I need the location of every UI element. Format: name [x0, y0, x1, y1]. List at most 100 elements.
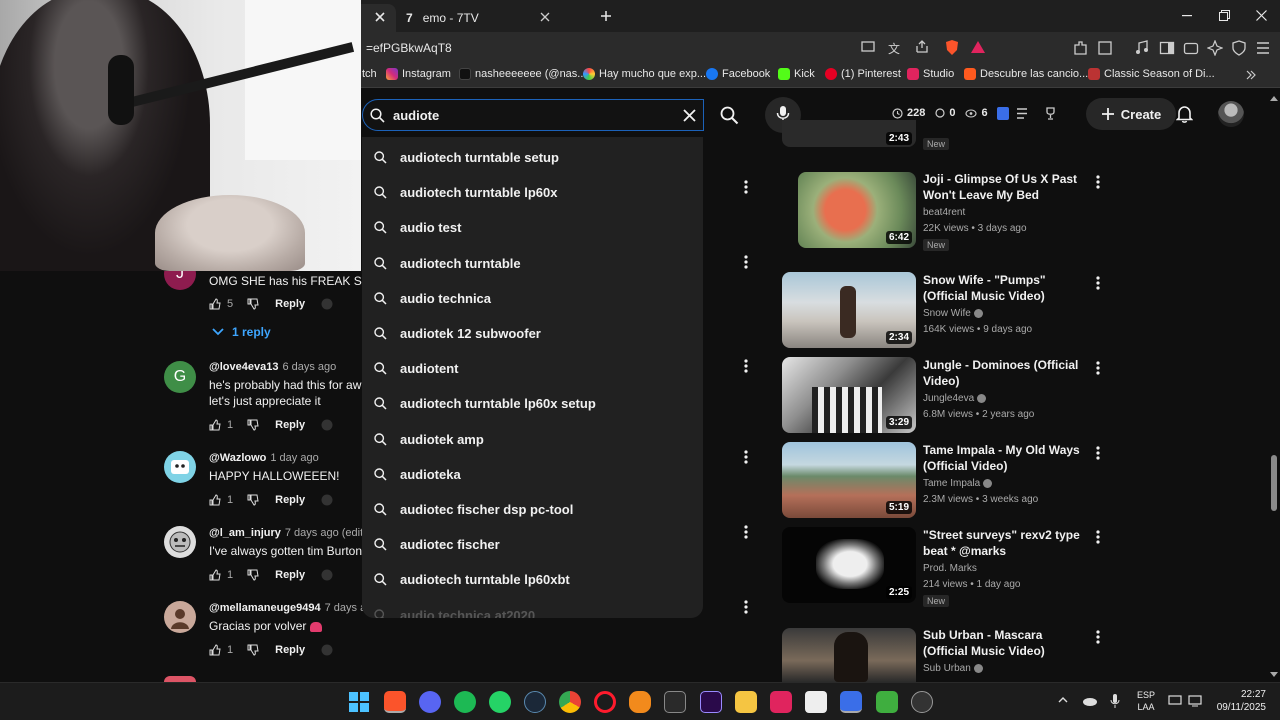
share-icon[interactable]: [915, 40, 929, 54]
list-icon[interactable]: [1016, 108, 1028, 119]
language-indicator[interactable]: ESP LAA: [1137, 689, 1155, 713]
search-suggestion[interactable]: audio test: [362, 210, 703, 245]
display-icon[interactable]: [1168, 695, 1182, 707]
minimize-icon[interactable]: [1182, 15, 1192, 17]
video-thumbnail[interactable]: 5:19: [782, 442, 916, 518]
more-options-icon[interactable]: [1096, 446, 1100, 460]
capcut-icon[interactable]: [805, 691, 827, 713]
video-title[interactable]: Snow Wife - "Pumps" (Official Music Vide…: [923, 272, 1088, 304]
cast-icon[interactable]: [861, 41, 875, 53]
tab-7tv[interactable]: 7 emo - 7TV: [398, 4, 594, 32]
search-button[interactable]: [704, 99, 754, 131]
search-input[interactable]: audiote: [362, 99, 704, 131]
bookmark-item[interactable]: Classic Season of Di...: [1088, 68, 1215, 80]
comment-author[interactable]: @love4eva13 6 days ago: [209, 361, 336, 373]
comment-author[interactable]: @l_am_injury 7 days ago (edited): [209, 527, 379, 539]
bookmark-facebook[interactable]: Facebook: [706, 68, 770, 80]
comment-author[interactable]: @mellamaneuge9494 7 days ag: [209, 602, 372, 614]
wallet-icon[interactable]: [1183, 40, 1199, 56]
comment-avatar[interactable]: [164, 451, 196, 483]
steam-icon[interactable]: [524, 691, 546, 713]
thumbs-down-icon[interactable]: [247, 644, 259, 656]
microphone-tray-icon[interactable]: [1110, 693, 1120, 709]
video-channel[interactable]: Tame Impala: [923, 478, 993, 489]
video-title[interactable]: "Street surveys" rexv2 type beat * @mark…: [923, 527, 1088, 559]
scroll-up-icon[interactable]: [1270, 95, 1278, 101]
discord-icon[interactable]: [419, 691, 441, 713]
notifications-bell-icon[interactable]: [1176, 105, 1193, 123]
bookmark-item[interactable]: Hay mucho que exp...: [583, 68, 706, 80]
chevron-up-icon[interactable]: [1058, 697, 1068, 703]
comment-avatar[interactable]: [164, 601, 196, 633]
video-thumbnail[interactable]: 3:29: [782, 357, 916, 433]
reply-button[interactable]: Reply: [275, 298, 305, 310]
menu-icon[interactable]: [1256, 42, 1270, 54]
extension-icon[interactable]: [997, 107, 1009, 120]
trophy-icon[interactable]: [1044, 107, 1057, 120]
brave-browser-icon[interactable]: [384, 691, 406, 713]
obs-icon[interactable]: [911, 691, 933, 713]
video-title[interactable]: Tame Impala - My Old Ways (Official Vide…: [923, 442, 1088, 474]
thumbs-down-icon[interactable]: [247, 298, 259, 310]
reply-button[interactable]: Reply: [275, 419, 305, 431]
fl-studio-icon[interactable]: [629, 691, 651, 713]
maximize-icon[interactable]: [1219, 10, 1230, 21]
video-thumbnail[interactable]: 2:34: [782, 272, 916, 348]
brave-shield-icon[interactable]: [944, 39, 960, 56]
thumbs-up-icon[interactable]: [209, 569, 221, 581]
whatsapp-icon[interactable]: [489, 691, 511, 713]
thumbs-down-icon[interactable]: [247, 419, 259, 431]
close-window-icon[interactable]: [1256, 10, 1267, 21]
thumbs-down-icon[interactable]: [247, 494, 259, 506]
search-suggestion[interactable]: audiotech turntable setup: [362, 140, 703, 175]
more-options-icon[interactable]: [744, 180, 748, 194]
thumbs-up-icon[interactable]: [209, 494, 221, 506]
search-suggestion[interactable]: audiotech turntable: [362, 246, 703, 281]
thumbs-down-icon[interactable]: [247, 569, 259, 581]
bookmark-instagram[interactable]: Instagram: [386, 68, 451, 80]
more-options-icon[interactable]: [1096, 530, 1100, 544]
close-icon[interactable]: [374, 11, 386, 23]
video-thumbnail[interactable]: [782, 628, 916, 682]
comment-author[interactable]: @Wazlowo 1 day ago: [209, 452, 319, 464]
video-thumbnail[interactable]: 2:25: [782, 527, 916, 603]
reply-button[interactable]: Reply: [275, 644, 305, 656]
search-suggestion[interactable]: audiotek 12 subwoofer: [362, 316, 703, 351]
app-icon[interactable]: [840, 691, 862, 713]
url-bar[interactable]: =efPGBkwAqT8: [366, 41, 452, 55]
file-explorer-icon[interactable]: [735, 691, 757, 713]
scroll-down-icon[interactable]: [1270, 672, 1278, 678]
video-channel[interactable]: beat4rent: [923, 207, 965, 218]
more-options-icon[interactable]: [1096, 361, 1100, 375]
close-icon[interactable]: [540, 12, 550, 22]
video-channel[interactable]: Snow Wife: [923, 308, 983, 319]
minecraft-icon[interactable]: [876, 691, 898, 713]
more-options-icon[interactable]: [744, 450, 748, 464]
extensions-icon[interactable]: [1072, 40, 1088, 56]
brave-rewards-icon[interactable]: [970, 40, 986, 54]
clear-search-icon[interactable]: [683, 109, 696, 122]
bookmark-item[interactable]: Descubre las cancio...: [964, 68, 1088, 80]
translate-icon[interactable]: 文: [888, 40, 900, 57]
video-channel[interactable]: Jungle4eva: [923, 393, 986, 404]
create-button[interactable]: Create: [1086, 98, 1176, 130]
search-suggestion[interactable]: audiotec fischer dsp pc-tool: [362, 492, 703, 527]
red-app-icon[interactable]: [770, 691, 792, 713]
thumbs-up-icon[interactable]: [209, 298, 221, 310]
more-options-icon[interactable]: [1096, 175, 1100, 189]
search-suggestion[interactable]: audioteka: [362, 457, 703, 492]
onedrive-icon[interactable]: [1082, 696, 1098, 706]
more-options-icon[interactable]: [1096, 276, 1100, 290]
reply-button[interactable]: Reply: [275, 494, 305, 506]
bookmark-item[interactable]: tch: [362, 68, 377, 80]
opera-icon[interactable]: [594, 691, 616, 713]
bookmark-kick[interactable]: Kick: [778, 68, 815, 80]
more-options-icon[interactable]: [744, 600, 748, 614]
more-options-icon[interactable]: [744, 359, 748, 373]
video-thumbnail[interactable]: 6:42: [798, 172, 916, 248]
video-channel[interactable]: Prod. Marks: [923, 563, 977, 574]
music-icon[interactable]: [1135, 40, 1149, 56]
new-tab-icon[interactable]: [600, 10, 612, 22]
video-title[interactable]: Jungle - Dominoes (Official Video): [923, 357, 1088, 389]
leo-icon[interactable]: [1207, 40, 1223, 56]
